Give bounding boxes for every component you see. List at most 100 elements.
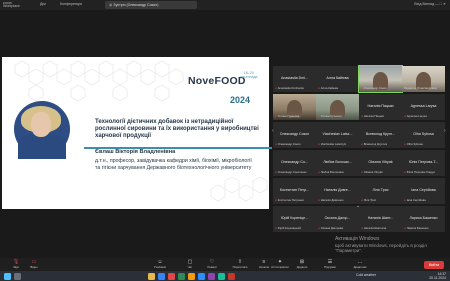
- talk-title: Технології дієтичних добавок із нетрадиц…: [95, 119, 259, 139]
- microphone-muted-icon: ⌀: [318, 86, 320, 90]
- participant-display-name: Olha Sybosa: [413, 132, 434, 136]
- participant-display-name: Олександр Сокол: [279, 132, 310, 136]
- participant-name-label: Лариса Башенко: [406, 226, 429, 230]
- control-відео[interactable]: ▭ Відео: [22, 259, 46, 269]
- participant-tile[interactable]: Всеволод Кругл... ⌀Всеволод Круглик: [359, 122, 402, 148]
- app-icon-teal[interactable]: [218, 272, 225, 280]
- participant-tile[interactable]: ⌀Тетяна Кутьєнко: [316, 94, 359, 120]
- participant-tile[interactable]: Юрій Кореніце... ⌀Юрій Кореніцький: [273, 206, 316, 232]
- participant-label: ⌀Ліля Трис: [361, 198, 376, 202]
- microphone-muted-icon: ⌀: [404, 114, 406, 118]
- participant-tile[interactable]: Наталія Шапт... ⌀Наталія Шаптала: [359, 206, 402, 232]
- system-tray-clock[interactable]: 14:37 20.11.2024: [429, 272, 446, 280]
- windows-taskbar: Cold weather: [0, 271, 450, 281]
- participant-name-label: Oksana Vitryak: [363, 170, 383, 174]
- gallery-down-button[interactable]: ⌄: [356, 203, 360, 209]
- participant-tile[interactable]: Оксана Дагор... ⌀Оксана Дагорова: [316, 206, 359, 232]
- gallery-next-button[interactable]: ›: [444, 128, 446, 134]
- app-icon-orange[interactable]: [188, 272, 195, 280]
- participant-tile[interactable]: Людмила Олександрівна: [402, 66, 445, 92]
- participant-label: ⌀Наталія Шаптала: [361, 226, 386, 230]
- leave-meeting-button[interactable]: Вийти: [424, 261, 444, 269]
- participant-tile[interactable]: ⌀Тетяна Гуранова: [273, 94, 316, 120]
- participant-label: ⌀Наталія Довгенко: [318, 198, 343, 202]
- control-label: AI Companion: [271, 265, 289, 269]
- participant-tile[interactable]: Любов Волоши... ⌀Любов Волошина: [316, 150, 359, 176]
- control-поділитися[interactable]: ⇧ Поділитися: [228, 259, 252, 269]
- participant-name-label: Viacheslav Latsznyk: [320, 142, 346, 146]
- participant-tile[interactable]: Алла Кайюва ⌀Алла Кайюва: [316, 66, 359, 92]
- app-icon-darkred[interactable]: [228, 272, 235, 280]
- participant-label: Людмила Олександрівна: [404, 86, 436, 90]
- conference-dates: 18–20 листопада: [240, 71, 258, 79]
- participant-tile[interactable]: Agnessa Larysa ⌀Agnessa Larysa: [402, 94, 445, 120]
- participant-tile[interactable]: Лариса Башенко ⌀Лариса Башенко: [402, 206, 445, 232]
- participant-tile[interactable]: Iana Сергійова ⌀Iana Сергійова: [402, 178, 445, 204]
- participant-label: ⌀Лариса Башенко: [404, 226, 428, 230]
- control-додаткові[interactable]: … Додаткові: [348, 259, 372, 269]
- weather-widget[interactable]: Cold weather: [356, 273, 376, 277]
- participant-name-label: Olha Sybosa: [406, 142, 423, 146]
- microphone-muted-icon: ⌀: [361, 198, 363, 202]
- participant-name-label: Любов Волошина: [320, 170, 344, 174]
- participant-tile[interactable]: Oksana Vitryak ⌀Oksana Vitryak: [359, 150, 402, 176]
- participant-name-label: Ліля Трис: [363, 198, 377, 202]
- participant-label: ⌀Юлія Петрова-Гладун: [404, 170, 435, 174]
- participant-tile[interactable]: Anastasiia Dmi... ⌀Anastasiia Dmitrenko: [273, 66, 316, 92]
- activate-line3: "Параметри".: [335, 248, 363, 253]
- participant-tile[interactable]: Olha Sybosa ⌀Olha Sybosa: [402, 122, 445, 148]
- participant-tile[interactable]: Олександр Сокол ⌀Олександр Сокол: [273, 122, 316, 148]
- microphone-muted-icon: ⌀: [361, 86, 363, 90]
- participant-display-name: Любов Волоши...: [323, 160, 352, 164]
- tab-home[interactable]: Дім: [40, 2, 46, 6]
- participant-display-name: Костянтин Петр...: [279, 188, 310, 192]
- participant-display-name: Оксана Дагор...: [324, 216, 351, 220]
- control-label: Поділитися: [232, 265, 248, 269]
- tab-conference[interactable]: Конференція: [60, 2, 82, 6]
- participant-tile[interactable]: Наталія Пацьки ⌀Наталія Пацьки: [359, 94, 402, 120]
- participant-tile[interactable]: Ліля Трис ⌀Ліля Трис: [359, 178, 402, 204]
- microphone-muted-icon: ⌀: [404, 142, 406, 146]
- microphone-muted-icon: ⌀: [318, 170, 320, 174]
- participant-tile[interactable]: ⌀Олександр Сокол: [358, 65, 403, 93]
- app-icon-red[interactable]: [168, 272, 175, 280]
- participant-name-label: Юрій Кореніцький: [277, 226, 301, 230]
- microphone-muted-icon: ⌀: [361, 226, 363, 230]
- participant-display-name: Наталія Шапт...: [367, 216, 394, 220]
- participant-tile[interactable]: Костянтин Петр... ⌀Костянтин Петренко: [273, 178, 316, 204]
- participant-name-label: Iana Сергійова: [406, 198, 426, 202]
- microphone-muted-icon: ⌀: [361, 142, 363, 146]
- participant-tile[interactable]: Viacheslav Latsz... ⌀Viacheslav Latsznyk: [316, 122, 359, 148]
- microphone-muted-icon: ⌀: [361, 170, 363, 174]
- edge-browser-icon[interactable]: [158, 272, 165, 280]
- participant-display-name: Anastasiia Dmi...: [281, 76, 308, 80]
- control-чат[interactable]: ▢ Чат: [178, 259, 202, 269]
- app-icon-green[interactable]: [178, 272, 185, 280]
- gallery-prev-button[interactable]: ‹: [272, 128, 274, 134]
- participant-label: ⌀Тетяна Гуранова: [275, 114, 299, 118]
- control-label: Реакції: [207, 265, 217, 269]
- participant-tile[interactable]: Наталія Довге... ⌀Наталія Довгенко: [316, 178, 359, 204]
- microphone-muted-icon: ⌀: [275, 170, 277, 174]
- windows-start-icon[interactable]: [4, 272, 11, 280]
- window-controls[interactable]: Вхід Вигляд — □ ✕: [414, 2, 446, 6]
- search-icon[interactable]: [14, 272, 21, 280]
- meeting-tab[interactable]: ▣ Зустріч (Олександр Сокол): [105, 1, 197, 9]
- control-ai-companion[interactable]: ✦ AI Companion: [268, 259, 292, 269]
- control-реакції[interactable]: ♡ Реакції: [200, 259, 224, 269]
- microphone-muted-icon: ⌀: [404, 170, 406, 174]
- participant-tile[interactable]: Олександр Со... ⌀Олександр Соколенко: [273, 150, 316, 176]
- participant-display-name: Лариса Башенко: [409, 216, 438, 220]
- participant-tile[interactable]: Юлія Петрова-Т... ⌀Юлія Петрова-Гладун: [402, 150, 445, 176]
- app-icon-purple[interactable]: [208, 272, 215, 280]
- zoom-taskbar-icon[interactable]: [198, 272, 205, 280]
- control-додатки[interactable]: ⊞ Додатки: [290, 259, 314, 269]
- control-підсумки[interactable]: ☰ Підсумки: [318, 259, 342, 269]
- participant-display-name: Ліля Трис: [372, 188, 389, 192]
- participant-name-label: Алла Кайюва: [320, 86, 339, 90]
- conference-logo-text: NoveFOOD: [188, 75, 246, 87]
- control-label: Підсумки: [324, 265, 336, 269]
- control-учасники[interactable]: ☺ Учасники: [148, 259, 172, 269]
- file-explorer-icon[interactable]: [148, 272, 155, 280]
- participant-display-name: Алла Кайюва: [326, 76, 349, 80]
